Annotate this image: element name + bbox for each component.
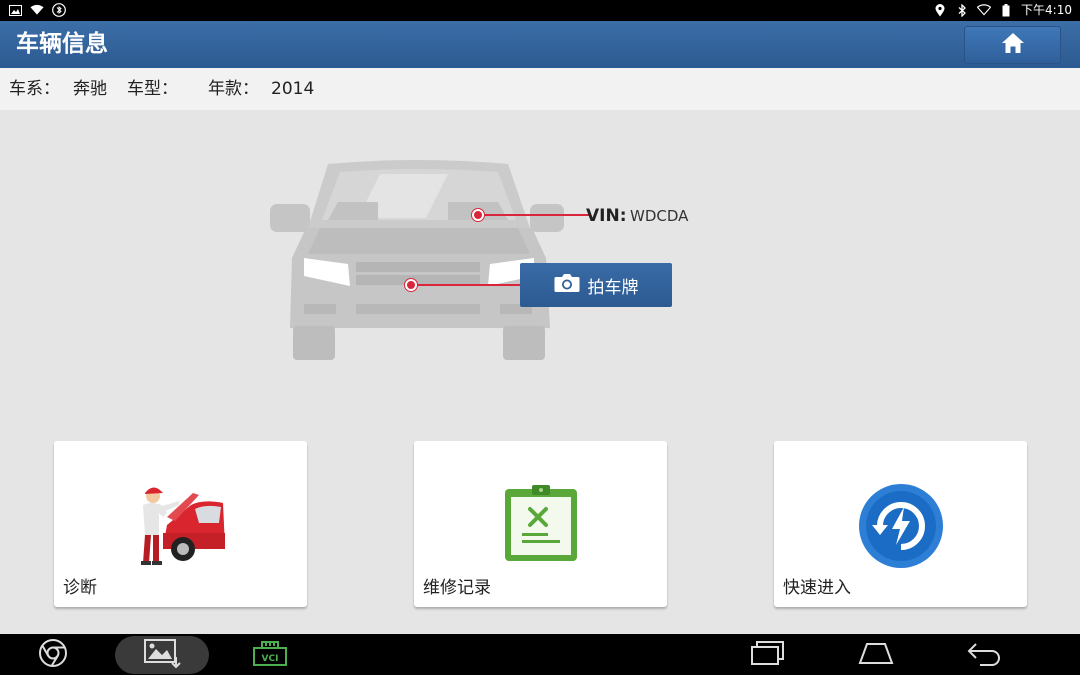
- wifi-icon: [977, 3, 992, 17]
- mechanic-car-icon: [133, 483, 229, 571]
- vci-button[interactable]: VCI: [250, 634, 290, 675]
- camera-icon: [554, 273, 580, 298]
- series-label: 车系：: [9, 79, 60, 99]
- title-bar: 车辆信息: [0, 21, 1080, 68]
- battery-icon: [999, 3, 1013, 17]
- back-button[interactable]: [962, 634, 1006, 675]
- vci-icon: VCI: [252, 639, 288, 671]
- quick-entry-icon: [858, 483, 944, 573]
- vin-label: VIN:: [586, 206, 627, 226]
- quick-entry-label: 快速进入: [783, 578, 851, 598]
- car-front-illustration: [270, 160, 564, 360]
- location-icon: [933, 3, 947, 17]
- status-bar: 下午4:10: [0, 0, 1080, 21]
- vin-pointer-dot: [472, 209, 484, 221]
- gallery-icon: [142, 637, 182, 673]
- bluetooth-icon: [955, 3, 969, 17]
- gallery-icon-wrap: [138, 634, 186, 675]
- repair-record-clipboard-icon: [502, 483, 580, 567]
- year-label: 年款：: [208, 79, 259, 99]
- page-title: 车辆信息: [16, 31, 108, 57]
- vci-text: VCI: [262, 654, 279, 664]
- back-icon: [966, 640, 1002, 670]
- capture-plate-button[interactable]: 拍车牌: [520, 263, 672, 307]
- vin-pointer-line: [478, 214, 590, 216]
- vehicle-info-bar: 车系： 奔驰 车型： 年款： 2014: [0, 68, 1080, 110]
- bluetooth-icon: [52, 3, 66, 17]
- home-icon: [1001, 32, 1025, 58]
- plate-pointer-line: [410, 284, 522, 286]
- navigation-bar: VCI: [0, 634, 1080, 675]
- vin-value[interactable]: WDCDA: [630, 206, 690, 226]
- plate-pointer-dot: [405, 279, 417, 291]
- year-value: 2014: [271, 79, 315, 99]
- recent-apps-icon: [750, 640, 786, 670]
- recent-apps-button[interactable]: [746, 634, 790, 675]
- series-value: 奔驰: [73, 79, 107, 99]
- diagnosis-tile[interactable]: 诊断: [54, 441, 307, 607]
- repair-record-label: 维修记录: [423, 578, 491, 598]
- home-nav-button[interactable]: [854, 634, 898, 675]
- home-nav-icon: [858, 641, 894, 669]
- home-button[interactable]: [964, 26, 1061, 64]
- browser-icon: [38, 638, 68, 672]
- repair-record-tile[interactable]: 维修记录: [414, 441, 667, 607]
- status-time: 下午4:10: [1021, 3, 1072, 17]
- image-icon: [8, 3, 22, 17]
- quick-entry-tile[interactable]: 快速进入: [774, 441, 1027, 607]
- model-label: 车型：: [127, 79, 178, 99]
- diagnosis-label: 诊断: [63, 578, 97, 598]
- wifi-icon: [30, 3, 44, 17]
- browser-button[interactable]: [30, 634, 76, 675]
- capture-plate-label: 拍车牌: [587, 277, 639, 298]
